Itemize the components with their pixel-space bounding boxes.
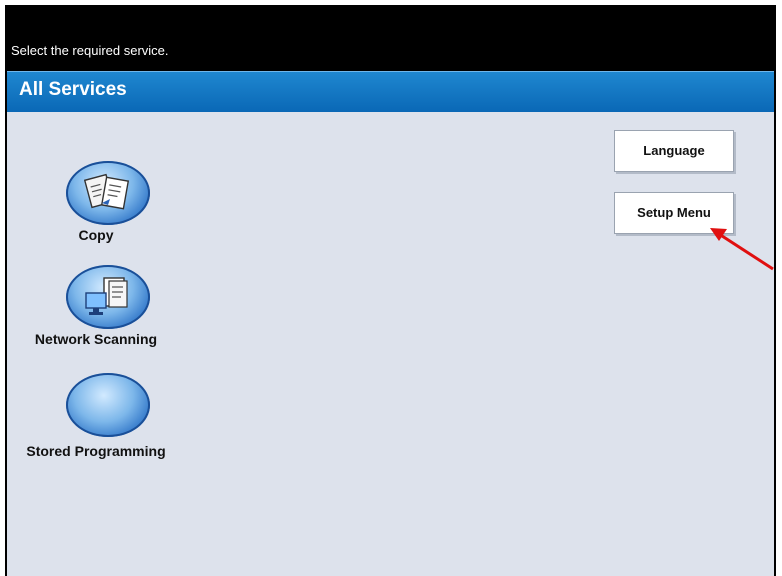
language-button-label: Language xyxy=(643,143,705,158)
copy-icon xyxy=(66,161,150,225)
copy-label: Copy xyxy=(78,227,114,243)
network-scanning-label: Network Scanning xyxy=(34,331,158,347)
message-bar: Select the required service. xyxy=(7,7,774,71)
title-bar: All Services xyxy=(7,71,774,112)
stored-programming-icon xyxy=(66,373,150,437)
device-screen: Select the required service. All Service… xyxy=(7,7,774,576)
language-button[interactable]: Language xyxy=(614,130,734,172)
page-title: All Services xyxy=(19,79,127,100)
setup-menu-button[interactable]: Setup Menu xyxy=(614,192,734,234)
network-scanning-service-button[interactable]: Network Scanning xyxy=(7,261,186,361)
setup-menu-button-label: Setup Menu xyxy=(637,205,711,220)
screen-frame: Select the required service. All Service… xyxy=(5,5,776,576)
copy-service-button[interactable]: Copy xyxy=(7,157,186,257)
prompt-text: Select the required service. xyxy=(11,43,169,58)
network-scanning-icon xyxy=(66,265,150,329)
stored-programming-label: Stored Programming xyxy=(26,443,166,459)
stored-programming-service-button[interactable]: Stored Programming xyxy=(7,369,186,469)
